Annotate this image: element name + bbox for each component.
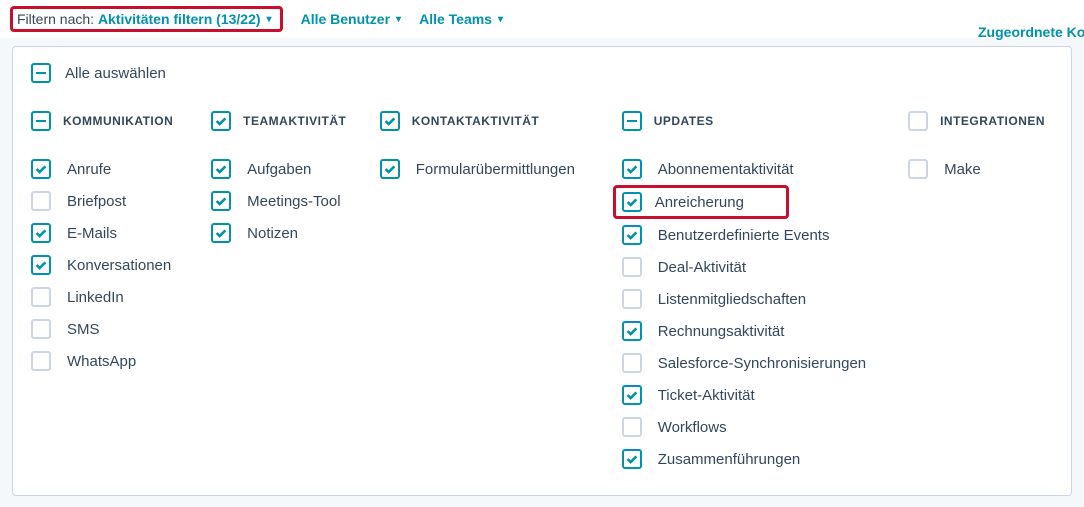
checkbox[interactable] bbox=[622, 353, 642, 373]
filter-topbar: Filtern nach: Aktivitäten filtern (13/22… bbox=[0, 0, 1084, 38]
group-header-teamaktivitat[interactable]: TEAMAKTIVITÄT bbox=[211, 111, 366, 131]
option-benutzerdefinierte-events[interactable]: Benutzerdefinierte Events bbox=[622, 219, 894, 251]
group-title-kommunikation: KOMMUNIKATION bbox=[63, 114, 173, 128]
option-listenmitgliedschaften[interactable]: Listenmitgliedschaften bbox=[622, 283, 894, 315]
option-abonnementaktivitat[interactable]: Abonnementaktivität bbox=[622, 153, 894, 185]
all-users-text: Alle Benutzer bbox=[301, 11, 390, 27]
right-side-link[interactable]: Zugeordnete Ko bbox=[974, 0, 1084, 46]
group-updates: UPDATES Abonnementaktivität Anreicherung… bbox=[622, 111, 894, 475]
group-checkbox-integrationen[interactable] bbox=[908, 111, 928, 131]
filter-columns: KOMMUNIKATION Anrufe Briefpost E-Mails K… bbox=[31, 111, 1053, 475]
group-title-kontaktaktivitat: KONTAKTAKTIVITÄT bbox=[412, 114, 540, 128]
checkbox[interactable] bbox=[31, 159, 51, 179]
group-kontaktaktivitat: KONTAKTAKTIVITÄT Formularübermittlungen bbox=[380, 111, 608, 475]
checkbox[interactable] bbox=[31, 351, 51, 371]
checkbox[interactable] bbox=[622, 289, 642, 309]
option-briefpost[interactable]: Briefpost bbox=[31, 185, 197, 217]
checkbox[interactable] bbox=[908, 159, 928, 179]
option-deal-aktivitat[interactable]: Deal-Aktivität bbox=[622, 251, 894, 283]
checkbox[interactable] bbox=[622, 417, 642, 437]
checkbox[interactable] bbox=[31, 223, 51, 243]
checkbox[interactable] bbox=[211, 191, 231, 211]
checkbox[interactable] bbox=[380, 159, 400, 179]
option-make[interactable]: Make bbox=[908, 153, 1053, 185]
select-all-label: Alle auswählen bbox=[65, 65, 166, 82]
all-teams-dropdown[interactable]: Alle Teams ▾ bbox=[419, 11, 503, 27]
checkbox[interactable] bbox=[622, 192, 642, 212]
option-linkedin[interactable]: LinkedIn bbox=[31, 281, 197, 313]
group-title-integrationen: INTEGRATIONEN bbox=[940, 114, 1045, 128]
activity-filter-panel: Alle auswählen KOMMUNIKATION Anrufe Brie… bbox=[12, 46, 1072, 496]
option-emails[interactable]: E-Mails bbox=[31, 217, 197, 249]
group-header-kontaktaktivitat[interactable]: KONTAKTAKTIVITÄT bbox=[380, 111, 608, 131]
chevron-down-icon: ▾ bbox=[498, 14, 503, 25]
group-teamaktivitat: TEAMAKTIVITÄT Aufgaben Meetings-Tool Not… bbox=[211, 111, 366, 475]
activity-filter-highlight: Filtern nach: Aktivitäten filtern (13/22… bbox=[10, 6, 283, 32]
option-zusammenfuhrungen[interactable]: Zusammenführungen bbox=[622, 443, 894, 475]
checkbox[interactable] bbox=[211, 159, 231, 179]
option-konversationen[interactable]: Konversationen bbox=[31, 249, 197, 281]
option-salesforce-synchronisierungen[interactable]: Salesforce-Synchronisierungen bbox=[622, 347, 894, 379]
group-header-kommunikation[interactable]: KOMMUNIKATION bbox=[31, 111, 197, 131]
chevron-down-icon: ▾ bbox=[267, 14, 272, 25]
checkbox[interactable] bbox=[31, 191, 51, 211]
activity-filter-text: Aktivitäten filtern (13/22) bbox=[98, 11, 261, 27]
group-header-integrationen[interactable]: INTEGRATIONEN bbox=[908, 111, 1053, 131]
checkbox[interactable] bbox=[211, 223, 231, 243]
checkbox[interactable] bbox=[622, 159, 642, 179]
option-anreicherung[interactable]: Anreicherung bbox=[613, 185, 789, 219]
option-aufgaben[interactable]: Aufgaben bbox=[211, 153, 366, 185]
option-formularubermittlungen[interactable]: Formularübermittlungen bbox=[380, 153, 608, 185]
checkbox[interactable] bbox=[622, 257, 642, 277]
all-users-dropdown[interactable]: Alle Benutzer ▾ bbox=[301, 11, 402, 27]
group-header-updates[interactable]: UPDATES bbox=[622, 111, 894, 131]
filter-by-label: Filtern nach: bbox=[17, 11, 94, 27]
option-notizen[interactable]: Notizen bbox=[211, 217, 366, 249]
group-checkbox-teamaktivitat[interactable] bbox=[211, 111, 231, 131]
checkbox[interactable] bbox=[622, 385, 642, 405]
checkbox[interactable] bbox=[622, 225, 642, 245]
checkbox[interactable] bbox=[622, 321, 642, 341]
checkbox[interactable] bbox=[31, 255, 51, 275]
checkbox[interactable] bbox=[31, 287, 51, 307]
group-checkbox-kontaktaktivitat[interactable] bbox=[380, 111, 400, 131]
group-checkbox-updates[interactable] bbox=[622, 111, 642, 131]
select-all-checkbox[interactable] bbox=[31, 63, 51, 83]
group-integrationen: INTEGRATIONEN Make bbox=[908, 111, 1053, 475]
option-whatsapp[interactable]: WhatsApp bbox=[31, 345, 197, 377]
option-meetings-tool[interactable]: Meetings-Tool bbox=[211, 185, 366, 217]
option-sms[interactable]: SMS bbox=[31, 313, 197, 345]
group-title-updates: UPDATES bbox=[654, 114, 714, 128]
checkbox[interactable] bbox=[622, 449, 642, 469]
chevron-down-icon: ▾ bbox=[396, 14, 401, 25]
option-rechnungsaktivitat[interactable]: Rechnungsaktivität bbox=[622, 315, 894, 347]
option-workflows[interactable]: Workflows bbox=[622, 411, 894, 443]
group-title-teamaktivitat: TEAMAKTIVITÄT bbox=[243, 114, 346, 128]
group-kommunikation: KOMMUNIKATION Anrufe Briefpost E-Mails K… bbox=[31, 111, 197, 475]
activity-filter-dropdown[interactable]: Aktivitäten filtern (13/22) ▾ bbox=[98, 11, 272, 27]
select-all-row[interactable]: Alle auswählen bbox=[31, 63, 1053, 83]
checkbox[interactable] bbox=[31, 319, 51, 339]
option-anrufe[interactable]: Anrufe bbox=[31, 153, 197, 185]
all-teams-text: Alle Teams bbox=[419, 11, 492, 27]
option-ticket-aktivitat[interactable]: Ticket-Aktivität bbox=[622, 379, 894, 411]
group-checkbox-kommunikation[interactable] bbox=[31, 111, 51, 131]
